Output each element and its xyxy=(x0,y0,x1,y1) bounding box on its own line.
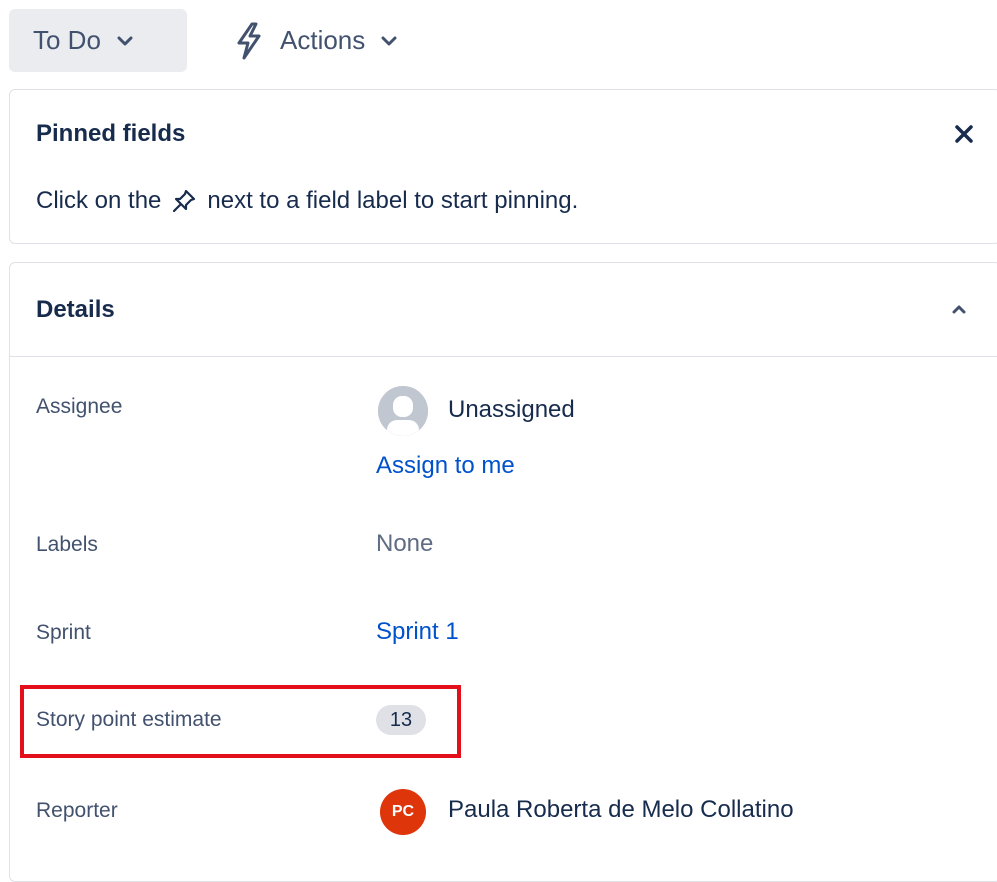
hint-text-before: Click on the xyxy=(36,187,162,214)
reporter-name[interactable]: Paula Roberta de Melo Collatino xyxy=(448,796,794,824)
story-point-badge[interactable]: 13 xyxy=(376,705,426,735)
chevron-up-icon[interactable] xyxy=(951,303,967,315)
labels-value[interactable]: None xyxy=(376,530,433,558)
hint-text-after: next to a field label to start pinning. xyxy=(207,187,579,214)
details-panel: Details Assignee Unassigned Assign to me… xyxy=(9,262,997,882)
sprint-label: Sprint xyxy=(36,621,91,644)
story-point-estimate-label: Story point estimate xyxy=(36,708,222,731)
pinned-fields-hint: Click on the next to a field label to st… xyxy=(36,187,578,215)
details-divider xyxy=(10,356,997,357)
pin-icon xyxy=(173,189,196,213)
actions-dropdown-button[interactable]: Actions xyxy=(232,9,397,72)
actions-label: Actions xyxy=(280,25,366,55)
labels-label: Labels xyxy=(36,533,98,556)
pinned-fields-title: Pinned fields xyxy=(36,120,186,147)
sprint-link[interactable]: Sprint 1 xyxy=(376,618,459,646)
reporter-label: Reporter xyxy=(36,799,118,822)
chevron-down-icon xyxy=(117,36,133,45)
assignee-label: Assignee xyxy=(36,395,123,418)
close-icon[interactable] xyxy=(953,123,975,145)
user-avatar-icon xyxy=(378,386,428,436)
details-title: Details xyxy=(36,296,115,323)
status-label: To Do xyxy=(33,25,101,55)
status-dropdown-button[interactable]: To Do xyxy=(9,9,187,72)
pinned-fields-panel: Pinned fields Click on the next to a fie… xyxy=(9,89,997,244)
chevron-down-icon xyxy=(381,36,397,45)
assign-to-me-link[interactable]: Assign to me xyxy=(376,452,515,480)
lightning-icon xyxy=(237,22,261,59)
reporter-avatar: PC xyxy=(380,789,426,835)
assignee-value: Unassigned xyxy=(448,396,575,423)
